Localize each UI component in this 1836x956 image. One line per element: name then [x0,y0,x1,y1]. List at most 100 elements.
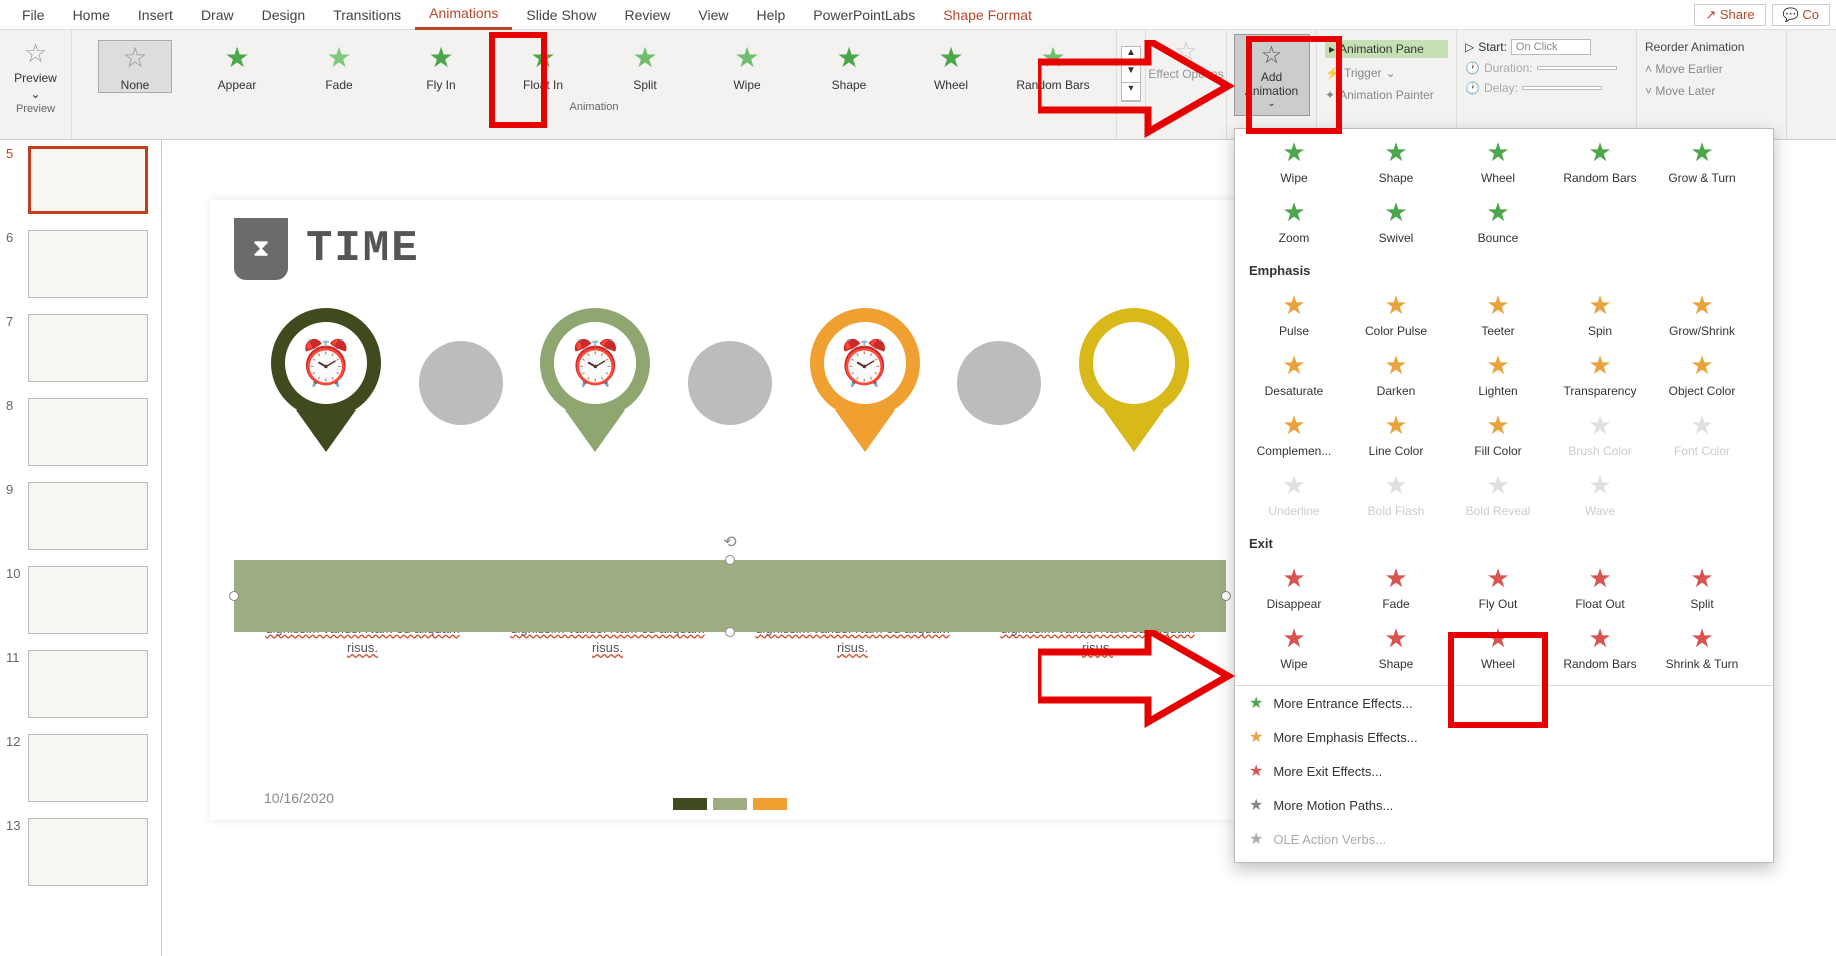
anim-gallery-float-in[interactable]: ★Float In [506,41,580,92]
dd-item-spin[interactable]: ★Spin [1549,284,1651,344]
dd-item-fill-color[interactable]: ★Fill Color [1447,404,1549,464]
dd-item-bounce[interactable]: ★Bounce [1447,191,1549,251]
tab-review[interactable]: Review [610,1,684,29]
rotate-handle-icon[interactable]: ⟲ [723,532,736,552]
dd-item-grow-shrink[interactable]: ★Grow/Shrink [1651,284,1753,344]
preview-button[interactable]: ☆ Preview ⌄ [14,38,57,101]
dd-item-wipe[interactable]: ★Wipe [1243,131,1345,191]
anim-gallery-none[interactable]: ☆None [98,40,172,93]
dd-item-fade[interactable]: ★Fade [1345,557,1447,617]
anim-gallery-appear[interactable]: ★Appear [200,41,274,92]
gallery-more-icon[interactable]: ▾ [1122,83,1140,101]
anim-gallery-random-bars[interactable]: ★Random Bars [1016,41,1090,92]
dd-item-darken[interactable]: ★Darken [1345,344,1447,404]
start-field[interactable]: On Click [1511,39,1591,55]
tab-help[interactable]: Help [742,1,799,29]
star-icon: ★ [1486,623,1509,654]
tab-shape-format[interactable]: Shape Format [929,1,1046,29]
tab-design[interactable]: Design [248,1,320,29]
star-icon: ★ [1690,623,1713,654]
anim-gallery-wipe[interactable]: ★Wipe [710,41,784,92]
move-later-button[interactable]: ˅ Move Later [1645,84,1778,98]
dd-link-more-motion-paths-[interactable]: ★More Motion Paths... [1235,788,1773,822]
animation-painter-button[interactable]: ✦ Animation Painter [1325,88,1448,102]
delay-field[interactable] [1522,86,1602,90]
share-button[interactable]: ↗ Share [1694,4,1765,26]
slide-editor[interactable]: ⧗ TIME ⏰ ⏰ ⏰ ⟲ Lorem ipsum dolor sit ame… [210,200,1250,820]
dd-link-more-emphasis-effects-[interactable]: ★More Emphasis Effects... [1235,720,1773,754]
dd-item-fly-out[interactable]: ★Fly Out [1447,557,1549,617]
tab-draw[interactable]: Draw [187,1,248,29]
effect-options-button[interactable]: ☆ Effect Options [1146,30,1226,81]
tab-transitions[interactable]: Transitions [319,1,415,29]
dd-link-more-entrance-effects-[interactable]: ★More Entrance Effects... [1235,686,1773,720]
dd-item-teeter[interactable]: ★Teeter [1447,284,1549,344]
slide-thumb-10[interactable]: 10 [6,566,155,634]
tab-insert[interactable]: Insert [124,1,187,29]
dd-item-disappear[interactable]: ★Disappear [1243,557,1345,617]
anim-gallery-split[interactable]: ★Split [608,41,682,92]
dd-item-grow-turn[interactable]: ★Grow & Turn [1651,131,1753,191]
dd-item-pulse[interactable]: ★Pulse [1243,284,1345,344]
gallery-down-icon[interactable]: ▼ [1122,65,1140,83]
slide-thumb-13[interactable]: 13 [6,818,155,886]
anim-gallery-shape[interactable]: ★Shape [812,41,886,92]
slide-thumb-6[interactable]: 6 [6,230,155,298]
tab-view[interactable]: View [684,1,742,29]
dd-item-random-bars[interactable]: ★Random Bars [1549,617,1651,677]
add-animation-button[interactable]: ☆ Add Animation ⌄ [1234,34,1310,116]
tab-animations[interactable]: Animations [415,0,512,30]
gallery-scroll[interactable]: ▲ ▼ ▾ [1121,46,1141,102]
dd-item-float-out[interactable]: ★Float Out [1549,557,1651,617]
dd-item-object-color[interactable]: ★Object Color [1651,344,1753,404]
slide-thumb-8[interactable]: 8 [6,398,155,466]
thumb-number: 6 [6,230,22,245]
duration-field[interactable] [1537,66,1617,70]
dd-item-shape[interactable]: ★Shape [1345,617,1447,677]
dd-item-lighten[interactable]: ★Lighten [1447,344,1549,404]
dd-item-complemen-[interactable]: ★Complemen... [1243,404,1345,464]
dd-item-split[interactable]: ★Split [1651,557,1753,617]
dd-item-wipe[interactable]: ★Wipe [1243,617,1345,677]
timeline-pin-4[interactable] [1074,308,1194,458]
comments-button[interactable]: 💬 Co [1772,4,1830,26]
tab-powerpointlabs[interactable]: PowerPointLabs [799,1,929,29]
slide-thumbnails-panel[interactable]: 5 6 7 8 9 10 11 12 13 [0,140,162,956]
selected-shape-bar[interactable]: ⟲ [234,560,1226,632]
preview-btn-label: Preview [14,71,57,85]
anim-gallery-fade[interactable]: ★Fade [302,41,376,92]
slide-thumb-7[interactable]: 7 [6,314,155,382]
dd-item-zoom[interactable]: ★Zoom [1243,191,1345,251]
slide-thumb-12[interactable]: 12 [6,734,155,802]
dd-item-shape[interactable]: ★Shape [1345,131,1447,191]
tab-file[interactable]: File [8,1,59,29]
slide-thumb-9[interactable]: 9 [6,482,155,550]
tab-slideshow[interactable]: Slide Show [512,1,610,29]
dd-item-swivel[interactable]: ★Swivel [1345,191,1447,251]
resize-handle[interactable] [1221,591,1231,601]
anim-gallery-fly-in[interactable]: ★Fly In [404,41,478,92]
resize-handle[interactable] [725,627,735,637]
slide-thumb-5[interactable]: 5 [6,146,155,214]
dd-item-desaturate[interactable]: ★Desaturate [1243,344,1345,404]
dd-item-transparency[interactable]: ★Transparency [1549,344,1651,404]
anim-gallery-wheel[interactable]: ★Wheel [914,41,988,92]
tab-home[interactable]: Home [59,1,124,29]
move-earlier-button[interactable]: ˄ Move Earlier [1645,62,1778,76]
slide-thumb-11[interactable]: 11 [6,650,155,718]
resize-handle[interactable] [229,591,239,601]
resize-handle[interactable] [725,555,735,565]
timeline-pin-2[interactable]: ⏰ [535,308,655,458]
dd-item-wheel[interactable]: ★Wheel [1447,617,1549,677]
dd-item-random-bars[interactable]: ★Random Bars [1549,131,1651,191]
trigger-button[interactable]: ⚡ Trigger ⌄ [1325,66,1448,80]
timeline-pin-3[interactable]: ⏰ [805,308,925,458]
dd-item-line-color[interactable]: ★Line Color [1345,404,1447,464]
dd-link-more-exit-effects-[interactable]: ★More Exit Effects... [1235,754,1773,788]
timeline-pin-1[interactable]: ⏰ [266,308,386,458]
dd-item-wheel[interactable]: ★Wheel [1447,131,1549,191]
gallery-up-icon[interactable]: ▲ [1122,47,1140,65]
dd-item-shrink-turn[interactable]: ★Shrink & Turn [1651,617,1753,677]
dd-item-color-pulse[interactable]: ★Color Pulse [1345,284,1447,344]
animation-pane-button[interactable]: ▸ Animation Pane [1325,40,1448,58]
